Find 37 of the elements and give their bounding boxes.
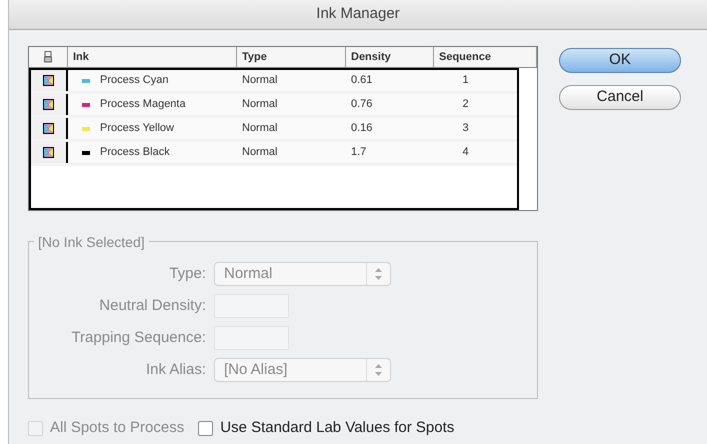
column-header[interactable]: Type — [242, 48, 267, 66]
column-header[interactable]: Density — [351, 48, 391, 66]
ok-button[interactable]: OK — [559, 48, 681, 73]
table-cell-text: 1 — [462, 73, 469, 88]
ink-name: Process Black — [100, 145, 170, 160]
checkbox-label: Use Standard Lab Values for Spots — [220, 418, 454, 438]
table-cell-text: 0.76 — [350, 97, 374, 112]
field-label: Trapping Sequence: — [70, 328, 207, 348]
print-status-icon[interactable] — [43, 99, 54, 110]
field-label: Neutral Density: — [98, 296, 207, 316]
print-status-icon[interactable] — [43, 147, 54, 158]
field-label: Type: — [168, 264, 207, 284]
table-cell-text: 3 — [462, 121, 469, 136]
stepper-arrows-icon — [375, 364, 382, 376]
table-cell-text: 0.16 — [350, 121, 374, 136]
table-cell-text: Normal — [241, 121, 278, 136]
field-label: Ink Alias: — [144, 360, 207, 380]
table-cell-text: Normal — [241, 97, 278, 112]
ink-name: Process Yellow — [100, 121, 174, 136]
stepper-arrows-icon — [375, 268, 382, 280]
table-cell-text: Normal — [241, 73, 278, 88]
print-status-icon[interactable] — [43, 123, 54, 134]
checkbox-label: All Spots to Process — [50, 418, 184, 438]
checkbox[interactable] — [198, 420, 214, 436]
table-cell-text: 1.7 — [350, 145, 368, 160]
cancel-button[interactable]: Cancel — [559, 85, 681, 110]
printer-header-icon — [44, 51, 52, 63]
column-header[interactable]: Ink — [73, 48, 89, 66]
ink-name: Process Magenta — [100, 97, 186, 112]
column-header[interactable]: Sequence — [439, 48, 491, 66]
table-cell-text: 4 — [462, 145, 469, 160]
table-cell-text: 0.61 — [350, 73, 374, 88]
table-cell-text: 2 — [462, 97, 469, 112]
table-cell-text: Normal — [241, 145, 278, 160]
print-status-icon[interactable] — [43, 75, 54, 86]
window-title: Ink Manager — [316, 4, 400, 24]
ink-name: Process Cyan — [100, 73, 168, 88]
